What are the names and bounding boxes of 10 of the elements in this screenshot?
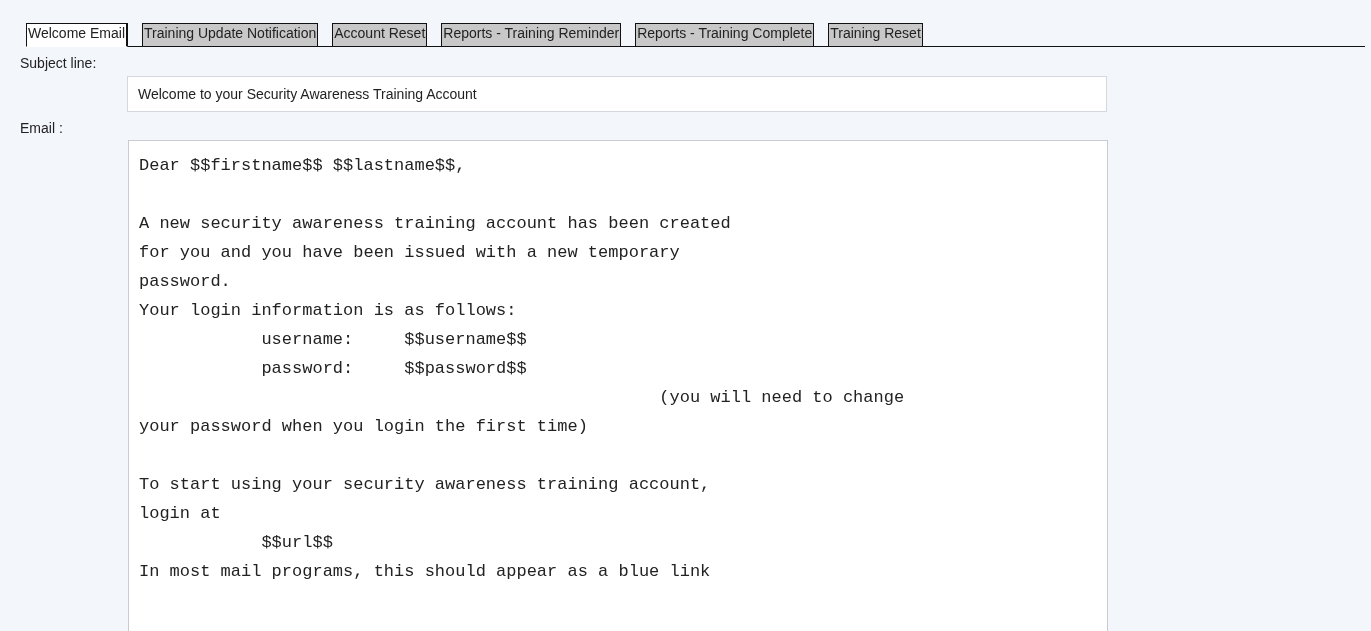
tab[interactable]: Account Reset [332, 23, 428, 47]
tab[interactable]: Training Reset [828, 23, 923, 47]
tab[interactable]: Reports - Training Reminder [441, 23, 622, 47]
email-label: Email : [20, 120, 63, 136]
subject-field[interactable]: Welcome to your Security Awareness Training Account [127, 76, 1107, 112]
tab[interactable]: Welcome Email [26, 23, 128, 47]
subject-label: Subject line: [20, 55, 97, 71]
tab[interactable]: Training Update Notification [142, 23, 319, 47]
email-body-field[interactable]: Dear $$firstname$$ $$lastname$$, A new security awareness training account has been created for you and you have been issued with a new temporary password. Your login information is as follows: username: $$username$$ password: $$password$$ (you will need to change your password when you login the first time) To start using your security awareness training account, login at $$url$$ In most mail programs, this should appear as a blue link [128, 140, 1108, 631]
tab[interactable]: Reports - Training Complete [635, 23, 815, 47]
